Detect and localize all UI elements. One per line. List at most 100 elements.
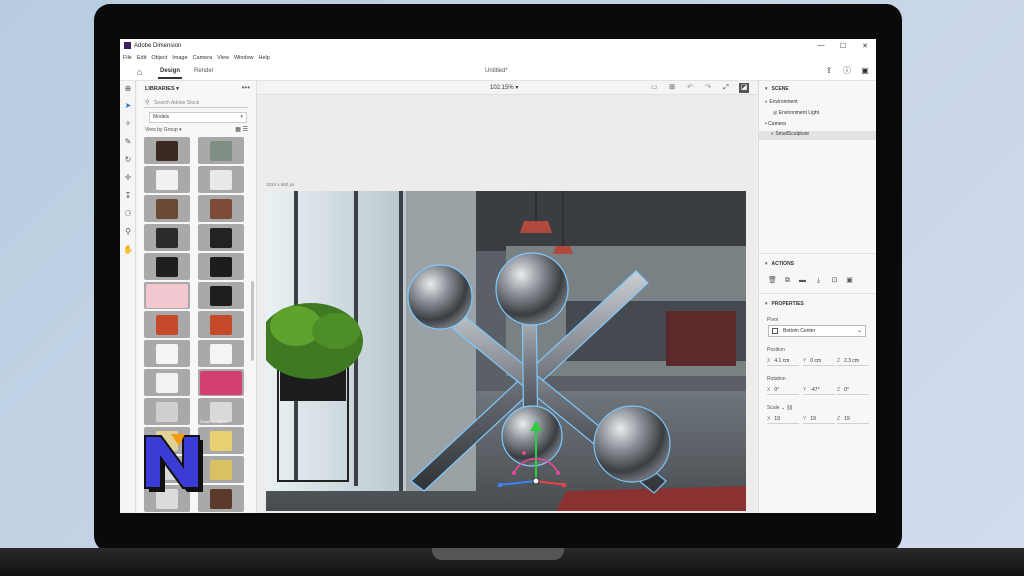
render-viewport[interactable] <box>266 191 746 511</box>
zoom-tool-icon[interactable]: ⚲ <box>123 227 133 237</box>
asset-label: Small Sculpture <box>200 419 229 424</box>
drop-to-ground-icon[interactable]: ⤓ <box>814 276 823 285</box>
maximize-button[interactable]: ☐ <box>832 42 854 50</box>
actions-header[interactable]: ▾ ACTIONS <box>765 261 794 267</box>
library-asset[interactable] <box>144 166 190 193</box>
view-by-group-dropdown[interactable]: View by Group ▾ <box>145 127 182 133</box>
position-x-field[interactable]: X 4.1 cm <box>767 357 799 366</box>
duplicate-icon[interactable]: ⧉ <box>783 276 792 285</box>
group-icon[interactable]: ▬ <box>798 276 807 285</box>
scale-y-field[interactable]: Y 19 <box>803 415 835 424</box>
scene-header[interactable]: ▾ SCENE <box>765 86 789 92</box>
magic-wand-tool-icon[interactable]: ✧ <box>123 119 133 129</box>
library-asset[interactable] <box>198 340 244 367</box>
pivot-select[interactable]: Bottom Center ⌄ <box>768 325 866 337</box>
library-asset[interactable] <box>198 369 244 396</box>
menu-object[interactable]: Object <box>151 55 167 61</box>
library-scrollbar[interactable] <box>251 281 254 361</box>
view-toggle[interactable]: ▦ ☰ <box>235 126 248 133</box>
library-asset[interactable] <box>144 282 190 309</box>
undo-icon[interactable]: ↶ <box>685 83 695 93</box>
library-asset[interactable] <box>144 311 190 338</box>
asset-thumbnail <box>210 256 232 277</box>
library-asset[interactable] <box>144 137 190 164</box>
library-asset[interactable] <box>144 369 190 396</box>
menu-window[interactable]: Window <box>234 55 254 61</box>
menu-help[interactable]: Help <box>259 55 270 61</box>
drop-tool-icon[interactable]: ↧ <box>123 191 133 201</box>
pivot-icon <box>772 328 778 334</box>
scene-render <box>266 191 746 511</box>
menu-view[interactable]: View <box>217 55 229 61</box>
asset-thumbnail <box>156 198 178 219</box>
rotation-z-field[interactable]: Z 0° <box>837 386 869 395</box>
library-asset[interactable]: Small Sculpture <box>198 398 244 425</box>
library-filter-select[interactable]: Models ▾ <box>149 112 247 123</box>
position-y-field[interactable]: Y0 cm <box>803 357 835 366</box>
hand-tool-icon[interactable]: ✋ <box>123 245 133 255</box>
minimize-button[interactable]: — <box>810 42 832 50</box>
feedback-icon[interactable]: ▣ <box>860 66 870 76</box>
menu-image[interactable]: Image <box>172 55 187 61</box>
add-content-icon[interactable]: ⊕ <box>123 84 133 94</box>
scene-item-smallsculpture[interactable]: ◐ SmallSculpture <box>759 131 876 140</box>
app-window: Adobe Dimension — ☐ ✕ File Edit Object I… <box>120 39 876 513</box>
rotation-x-field[interactable]: X 0° <box>767 386 799 395</box>
frame-icon[interactable]: ▭ <box>649 83 659 93</box>
library-asset[interactable] <box>198 224 244 251</box>
home-icon[interactable]: ⌂ <box>137 67 142 77</box>
scale-z-field[interactable]: Z 19 <box>837 415 869 424</box>
scene-item-environment-light[interactable]: ◎ Environment Light <box>773 110 819 116</box>
tab-design[interactable]: Design <box>157 68 183 79</box>
orbit-tool-icon[interactable]: ↻ <box>123 155 133 165</box>
library-asset[interactable] <box>198 137 244 164</box>
help-icon[interactable]: ⓘ <box>842 66 852 76</box>
library-asset[interactable] <box>144 398 190 425</box>
move-tool-icon[interactable]: ✛ <box>123 173 133 183</box>
export-selected-icon[interactable]: ▣ <box>845 276 854 285</box>
more-options-icon[interactable]: ••• <box>242 83 250 92</box>
library-asset[interactable] <box>198 253 244 280</box>
library-asset[interactable] <box>198 166 244 193</box>
sampler-tool-icon[interactable]: ✎ <box>123 137 133 147</box>
library-asset[interactable] <box>144 224 190 251</box>
library-asset[interactable] <box>144 195 190 222</box>
redo-icon[interactable]: ↷ <box>703 83 713 93</box>
align-icon[interactable]: ⊞ <box>667 83 677 93</box>
rotation-y-field[interactable]: Y -47° <box>803 386 835 395</box>
share-icon[interactable]: ⇪ <box>824 66 834 76</box>
libraries-header[interactable]: LIBRARIES ▾ <box>145 86 179 92</box>
library-asset[interactable] <box>144 253 190 280</box>
properties-header[interactable]: ▾ PROPERTIES <box>765 301 804 307</box>
position-z-field[interactable]: Z 2.3 cm <box>837 357 869 366</box>
camera-tool-icon[interactable]: ⚆ <box>123 209 133 219</box>
grid-view-icon[interactable]: ▦ <box>235 127 241 133</box>
stock-search-input[interactable]: ⚲ Search Adobe Stock <box>144 98 248 108</box>
scale-label[interactable]: Scale ⌄ ⛓ <box>767 405 793 411</box>
menu-file[interactable]: File <box>123 55 132 61</box>
tab-render[interactable]: Render <box>194 68 214 74</box>
scene-item-environment[interactable]: ◐ Environment <box>765 99 798 105</box>
list-view-icon[interactable]: ☰ <box>243 127 248 133</box>
snap-icon[interactable]: ⤢ <box>721 83 731 93</box>
scene-item-camera[interactable]: ▪ Camera <box>765 121 786 127</box>
zoom-level[interactable]: 102.15% ▾ <box>490 84 518 91</box>
asset-thumbnail <box>210 285 232 306</box>
library-asset[interactable] <box>198 311 244 338</box>
select-tool-icon[interactable]: ➤ <box>123 101 133 111</box>
close-button[interactable]: ✕ <box>854 42 876 50</box>
library-asset[interactable] <box>144 340 190 367</box>
center-icon[interactable]: ⊡ <box>830 276 839 285</box>
menu-edit[interactable]: Edit <box>137 55 146 61</box>
render-preview-icon[interactable]: ◪ <box>739 83 749 93</box>
menu-bar: File Edit Object Image Camera View Windo… <box>120 52 876 63</box>
menu-camera[interactable]: Camera <box>193 55 213 61</box>
pivot-value: Bottom Center <box>783 328 816 334</box>
scale-x-field[interactable]: X 19 <box>767 415 799 424</box>
library-asset[interactable] <box>198 282 244 309</box>
tool-bar: ⊕ ➤ ✧ ✎ ↻ ✛ ↧ ⚆ ⚲ ✋ <box>120 81 136 513</box>
position-label: Position <box>767 347 785 353</box>
delete-icon[interactable]: 🗑 <box>768 276 777 285</box>
chevron-down-icon: ⌄ <box>856 328 862 334</box>
library-asset[interactable] <box>198 195 244 222</box>
